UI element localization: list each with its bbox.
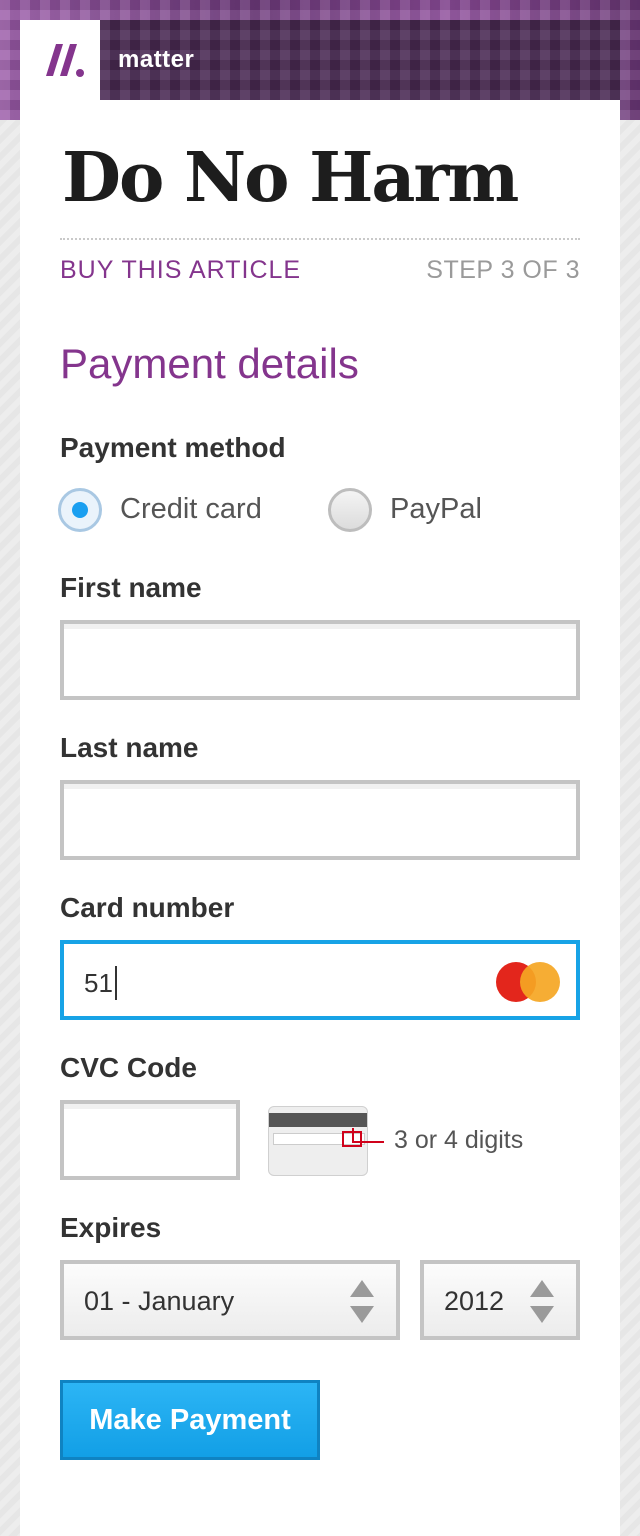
cvc-hint: 3 or 4 digits bbox=[394, 1126, 524, 1154]
matter-logo-icon[interactable] bbox=[20, 20, 100, 100]
buy-article-label: BUY THIS ARTICLE bbox=[60, 256, 302, 284]
credit-card-label[interactable]: Credit card bbox=[120, 493, 262, 526]
paypal-radio[interactable] bbox=[328, 488, 372, 532]
cvc-input[interactable] bbox=[60, 1100, 240, 1180]
expiry-year-select[interactable]: 2012 bbox=[420, 1260, 580, 1340]
expires-label: Expires bbox=[60, 1212, 162, 1243]
article-title: Do No Harm bbox=[62, 138, 519, 218]
first-name-input[interactable] bbox=[60, 620, 580, 700]
brand-bar bbox=[20, 20, 620, 100]
section-title: Payment details bbox=[60, 340, 359, 387]
select-arrows-icon bbox=[530, 1280, 554, 1324]
select-arrows-icon bbox=[350, 1280, 374, 1324]
make-payment-button[interactable]: Make Payment bbox=[60, 1380, 320, 1460]
expiry-year-value: 2012 bbox=[444, 1286, 505, 1316]
card-number-label: Card number bbox=[60, 892, 235, 923]
mastercard-icon bbox=[496, 962, 560, 1002]
divider bbox=[60, 238, 580, 240]
cvc-pointer-line bbox=[352, 1128, 354, 1142]
first-name-label: First name bbox=[60, 572, 202, 603]
last-name-input[interactable] bbox=[60, 780, 580, 860]
expiry-month-value: 01 - January bbox=[84, 1286, 235, 1316]
card-number-value: 51 bbox=[84, 966, 117, 1000]
expiry-month-select[interactable]: 01 - January bbox=[60, 1260, 400, 1340]
payment-method-label: Payment method bbox=[60, 432, 286, 463]
paypal-label[interactable]: PayPal bbox=[390, 493, 482, 526]
cvc-code-label: CVC Code bbox=[60, 1052, 197, 1083]
card-number-input[interactable]: 51 bbox=[60, 940, 580, 1020]
checkout-panel: matter Do No Harm BUY THIS ARTICLE STEP … bbox=[20, 20, 620, 1536]
last-name-label: Last name bbox=[60, 732, 199, 763]
brand-name: matter bbox=[118, 46, 195, 73]
step-indicator: STEP 3 OF 3 bbox=[426, 256, 580, 284]
credit-card-radio[interactable] bbox=[58, 488, 102, 532]
cvc-pointer-line bbox=[352, 1141, 384, 1143]
